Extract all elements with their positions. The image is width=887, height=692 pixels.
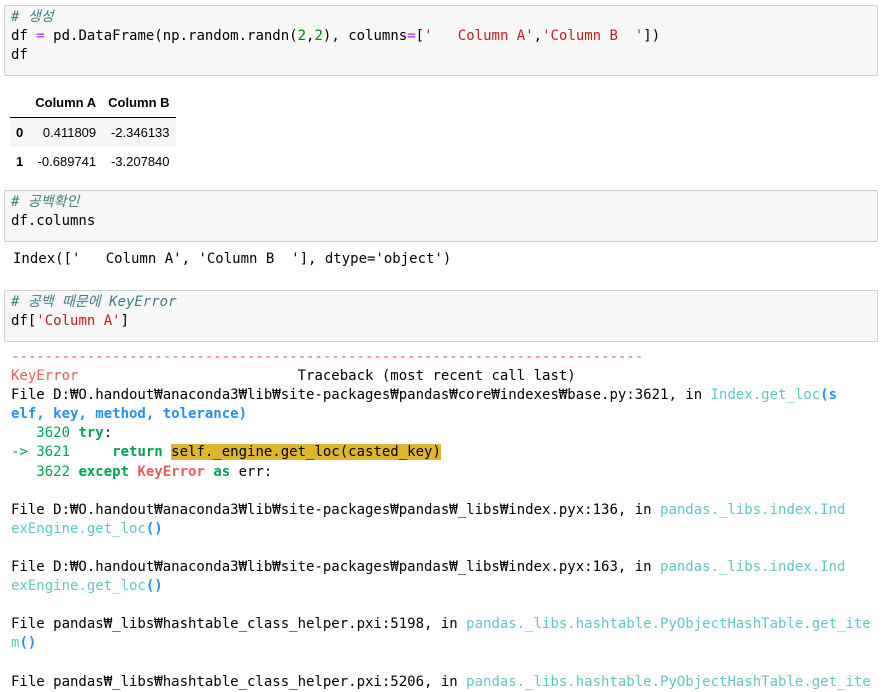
frame-function: exEngine.get_loc <box>11 520 146 537</box>
cell-output-text: Index([' Column A', 'Column B '], dtype=… <box>13 251 452 267</box>
code-token: , <box>533 28 543 44</box>
traceback-divider: ----------------------------------------… <box>11 349 644 365</box>
frame-paren: () <box>145 520 163 537</box>
code-keyword: as <box>213 463 231 480</box>
dataframe-table: Column A Column B 0 0.411809 -2.346133 1… <box>10 88 176 176</box>
table-cell: -3.207840 <box>110 154 170 169</box>
code-keyword: try <box>78 425 104 442</box>
frame-file: File pandas₩_libs₩hashtable_class_helper… <box>11 673 467 690</box>
code-operator: = <box>36 28 45 44</box>
code-string: 'Column A' <box>36 313 121 329</box>
code-cell-keyerror[interactable]: # 공백 때문에 KeyError df['Column A'] <box>4 290 878 342</box>
code-operator: = <box>407 28 416 44</box>
frame-paren: () <box>19 635 37 652</box>
code-string: ' Column A' <box>424 28 534 44</box>
table-cell: 0.411809 <box>42 125 97 140</box>
table-row: 0 0.411809 -2.346133 <box>10 117 176 147</box>
code-token: df <box>11 47 28 63</box>
code-token: df.columns <box>11 213 96 229</box>
code-token: ]) <box>643 28 661 44</box>
frame-file: File D:₩O.handout₩anaconda3₩lib₩site-pac… <box>11 501 661 518</box>
code-token: [ <box>415 28 425 44</box>
table-row: 1 -0.689741 -3.207840 <box>10 147 176 176</box>
column-header: Column A <box>29 88 103 118</box>
highlighted-code: self._engine.get_loc(casted_key) <box>171 444 441 461</box>
code-number: 2 <box>297 28 307 44</box>
row-index: 1 <box>16 154 24 169</box>
frame-args: elf, key, method, tolerance) <box>11 406 248 423</box>
traceback-header: Traceback (most recent call last) <box>78 368 576 385</box>
frame-file: File D:₩O.handout₩anaconda3₩lib₩site-pac… <box>11 387 711 404</box>
frame-function: pandas._libs.index.Ind <box>660 501 846 518</box>
table-header-row: Column A Column B <box>10 88 176 118</box>
code-cell-check-columns[interactable]: # 공백확인 df.columns <box>4 190 878 242</box>
code-comment: # 생성 <box>11 9 54 25</box>
error-name: KeyError <box>11 368 79 385</box>
frame-function: Index.get_loc <box>710 387 821 404</box>
code-editor[interactable]: # 생성 df = pd.DataFrame(np.random.randn(2… <box>11 8 660 65</box>
row-index: 0 <box>16 125 24 140</box>
table-cell: -2.346133 <box>110 125 170 140</box>
code-exception-name: KeyError <box>137 463 214 480</box>
code-comment: # 공백 때문에 KeyError <box>11 294 177 310</box>
code-editor[interactable]: # 공백 때문에 KeyError df['Column A'] <box>11 293 177 331</box>
code-token: err: <box>230 463 273 480</box>
code-keyword: except <box>78 463 138 480</box>
table-cell: -0.689741 <box>37 154 97 169</box>
code-token: df[ <box>11 313 37 329</box>
code-token: df <box>11 28 37 44</box>
code-cell-create-dataframe[interactable]: # 생성 df = pd.DataFrame(np.random.randn(2… <box>4 5 878 76</box>
current-line-arrow: -> 3621 <box>11 444 79 461</box>
frame-function: exEngine.get_loc <box>11 578 146 595</box>
frame-paren: () <box>145 578 163 595</box>
code-string: 'Column B ' <box>542 28 644 44</box>
column-header: Column B <box>102 88 176 118</box>
frame-function: pandas._libs.hashtable.PyObjectHashTable… <box>466 673 871 690</box>
line-number: 3622 <box>11 463 79 480</box>
code-token: pd.DataFrame(np.random.randn( <box>44 28 298 44</box>
traceback-output: ----------------------------------------… <box>11 348 871 692</box>
code-keyword: return <box>78 444 172 461</box>
frame-paren: (s <box>820 387 838 404</box>
line-number: 3620 <box>11 425 79 442</box>
code-token: ), columns <box>322 28 408 44</box>
code-token: ] <box>120 313 130 329</box>
code-number: 2 <box>314 28 323 44</box>
frame-function: pandas._libs.index.Ind <box>660 559 846 576</box>
frame-function: pandas._libs.hashtable.PyObjectHashTable… <box>466 616 871 633</box>
code-token: : <box>103 425 113 442</box>
code-editor[interactable]: # 공백확인 df.columns <box>11 193 95 231</box>
frame-file: File D:₩O.handout₩anaconda3₩lib₩site-pac… <box>11 559 661 576</box>
frame-file: File pandas₩_libs₩hashtable_class_helper… <box>11 616 467 633</box>
code-comment: # 공백확인 <box>11 194 80 210</box>
index-header <box>10 88 30 118</box>
